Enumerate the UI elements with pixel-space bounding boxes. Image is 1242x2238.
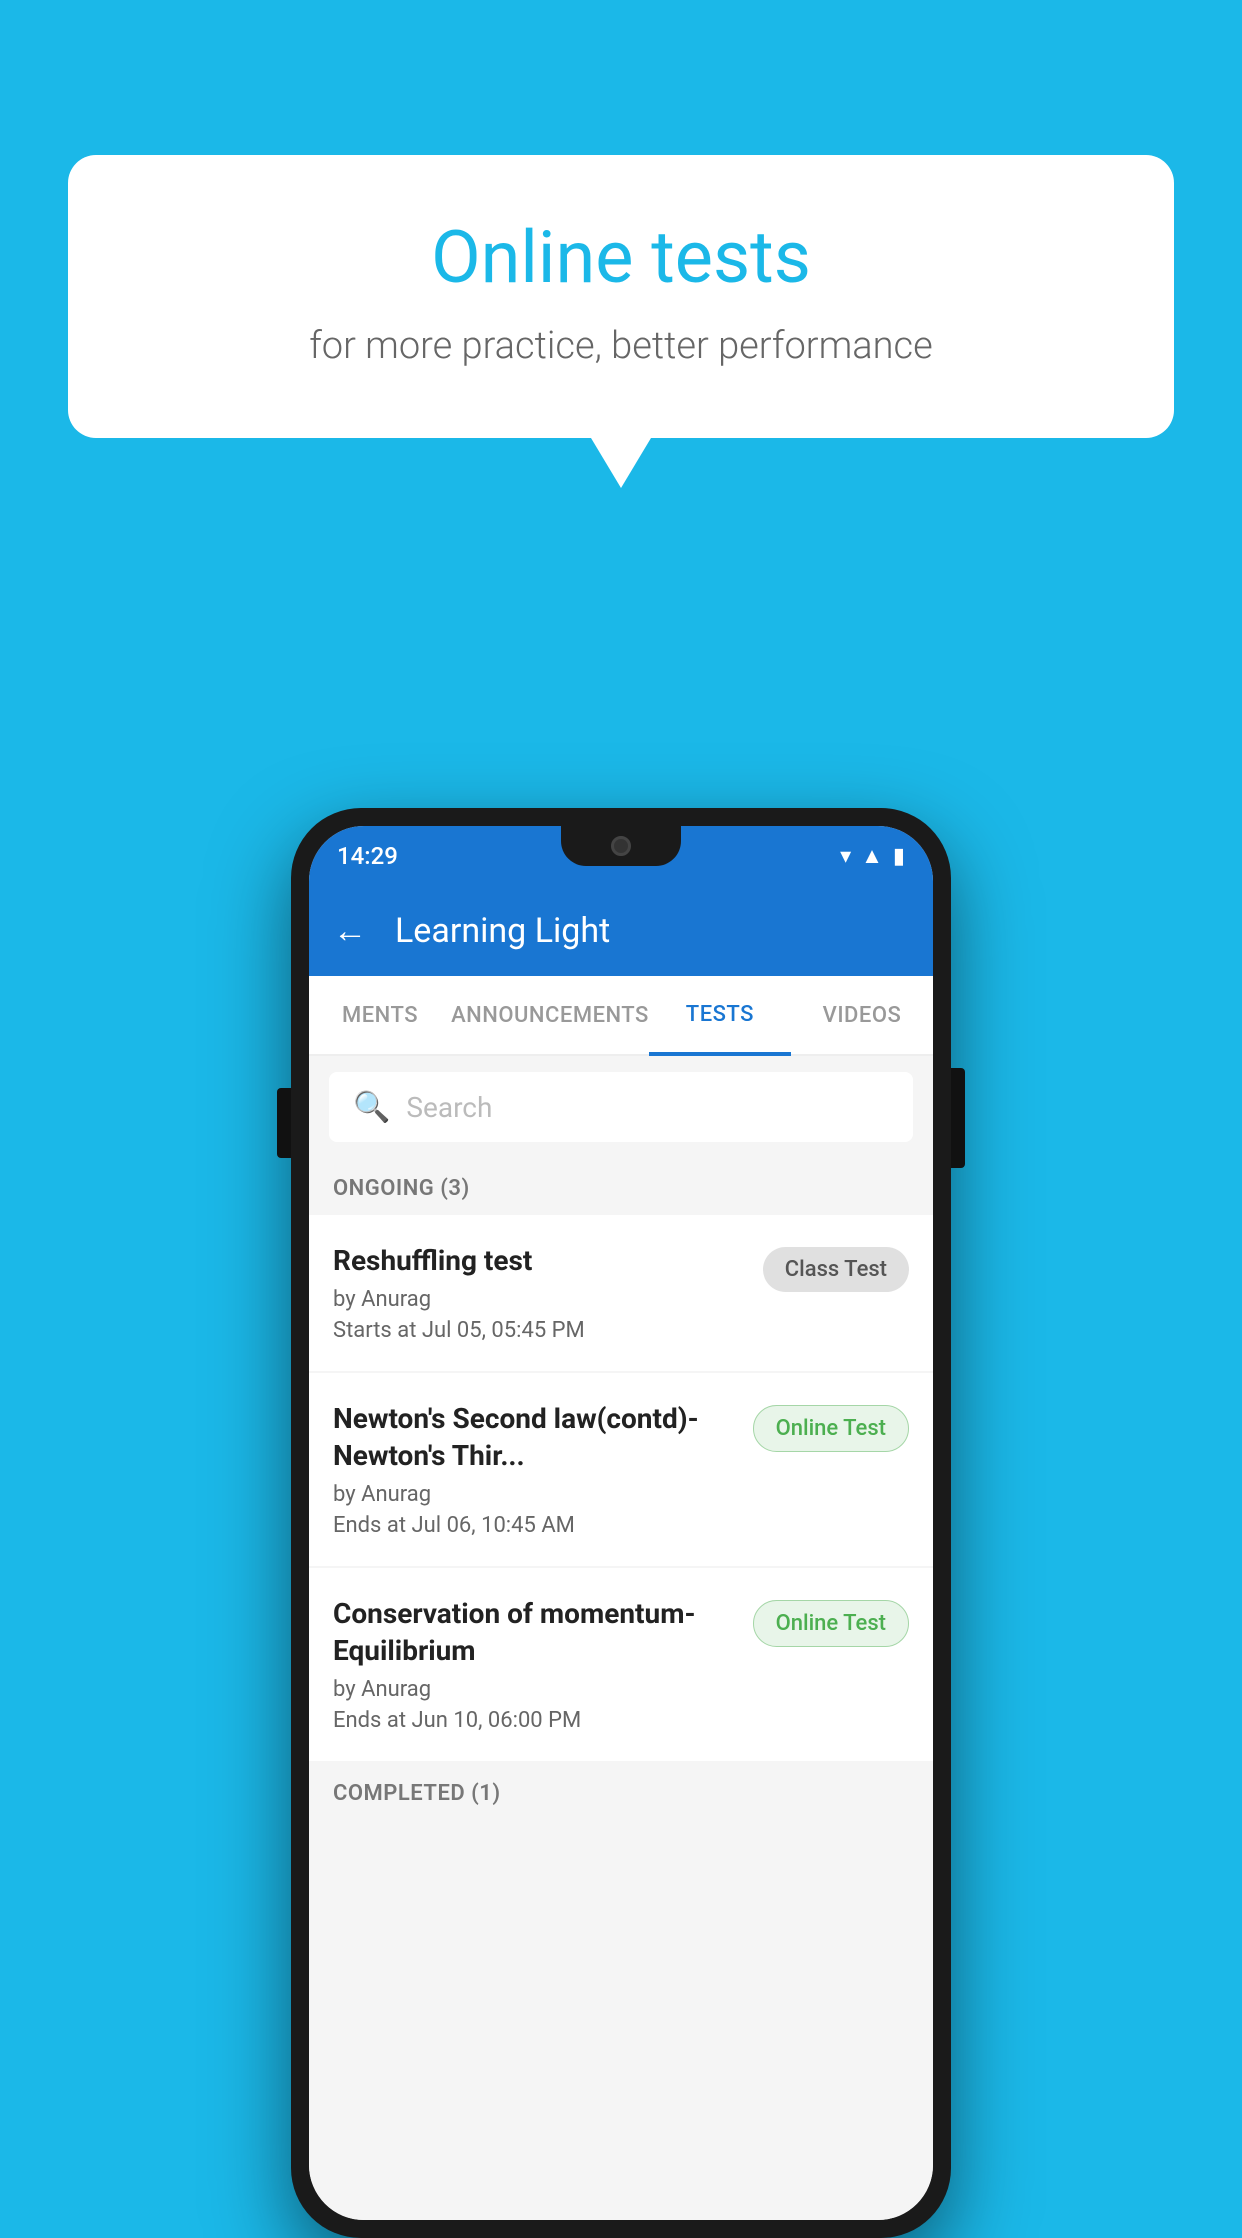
tab-tests[interactable]: TESTS bbox=[649, 976, 791, 1056]
test-info-conservation: Conservation of momentum-Equilibrium by … bbox=[333, 1596, 753, 1733]
test-badge-reshuffling: Class Test bbox=[763, 1247, 909, 1292]
tab-ments[interactable]: MENTS bbox=[309, 976, 451, 1054]
ongoing-section-header: ONGOING (3) bbox=[309, 1158, 933, 1215]
search-icon: 🔍 bbox=[353, 1090, 390, 1125]
test-name-conservation: Conservation of momentum-Equilibrium bbox=[333, 1596, 737, 1669]
speech-bubble: Online tests for more practice, better p… bbox=[68, 155, 1174, 438]
test-date-reshuffling: Starts at Jul 05, 05:45 PM bbox=[333, 1318, 747, 1343]
tabs-bar: MENTS ANNOUNCEMENTS TESTS VIDEOS bbox=[309, 976, 933, 1056]
test-author-conservation: by Anurag bbox=[333, 1677, 737, 1702]
tab-videos[interactable]: VIDEOS bbox=[791, 976, 933, 1054]
status-time: 14:29 bbox=[337, 842, 398, 870]
test-card-reshuffling[interactable]: Reshuffling test by Anurag Starts at Jul… bbox=[309, 1215, 933, 1371]
phone-outer: 14:29 ▾ ▲ ▮ ← Learning Light MENTS ANNOU… bbox=[291, 808, 951, 2238]
camera bbox=[611, 836, 631, 856]
search-bar[interactable]: 🔍 Search bbox=[329, 1072, 913, 1142]
test-badge-newton: Online Test bbox=[753, 1405, 909, 1452]
test-info-reshuffling: Reshuffling test by Anurag Starts at Jul… bbox=[333, 1243, 763, 1343]
promo-section: Online tests for more practice, better p… bbox=[68, 155, 1174, 488]
test-name-newton: Newton's Second law(contd)-Newton's Thir… bbox=[333, 1401, 737, 1474]
tab-announcements[interactable]: ANNOUNCEMENTS bbox=[451, 976, 649, 1054]
phone-screen: 14:29 ▾ ▲ ▮ ← Learning Light MENTS ANNOU… bbox=[309, 826, 933, 2220]
promo-title: Online tests bbox=[148, 215, 1094, 300]
completed-section-header: COMPLETED (1) bbox=[309, 1763, 933, 1820]
test-card-newton[interactable]: Newton's Second law(contd)-Newton's Thir… bbox=[309, 1373, 933, 1566]
test-author-reshuffling: by Anurag bbox=[333, 1287, 747, 1312]
test-card-conservation[interactable]: Conservation of momentum-Equilibrium by … bbox=[309, 1568, 933, 1761]
wifi-icon: ▾ bbox=[840, 844, 851, 869]
battery-icon: ▮ bbox=[893, 844, 905, 869]
search-placeholder: Search bbox=[406, 1091, 492, 1124]
content-area: ONGOING (3) Reshuffling test by Anurag S… bbox=[309, 1158, 933, 2220]
test-date-conservation: Ends at Jun 10, 06:00 PM bbox=[333, 1708, 737, 1733]
status-icons: ▾ ▲ ▮ bbox=[840, 843, 905, 869]
test-name-reshuffling: Reshuffling test bbox=[333, 1243, 747, 1279]
app-title: Learning Light bbox=[395, 911, 610, 951]
signal-icon: ▲ bbox=[861, 843, 883, 869]
back-button[interactable]: ← bbox=[333, 911, 367, 951]
phone-notch bbox=[561, 826, 681, 866]
search-container: 🔍 Search bbox=[309, 1056, 933, 1158]
app-bar: ← Learning Light bbox=[309, 886, 933, 976]
test-info-newton: Newton's Second law(contd)-Newton's Thir… bbox=[333, 1401, 753, 1538]
test-badge-conservation: Online Test bbox=[753, 1600, 909, 1647]
phone-frame: 14:29 ▾ ▲ ▮ ← Learning Light MENTS ANNOU… bbox=[291, 808, 951, 2238]
speech-bubble-tail bbox=[591, 438, 651, 488]
test-author-newton: by Anurag bbox=[333, 1482, 737, 1507]
test-date-newton: Ends at Jul 06, 10:45 AM bbox=[333, 1513, 737, 1538]
promo-subtitle: for more practice, better performance bbox=[148, 324, 1094, 368]
